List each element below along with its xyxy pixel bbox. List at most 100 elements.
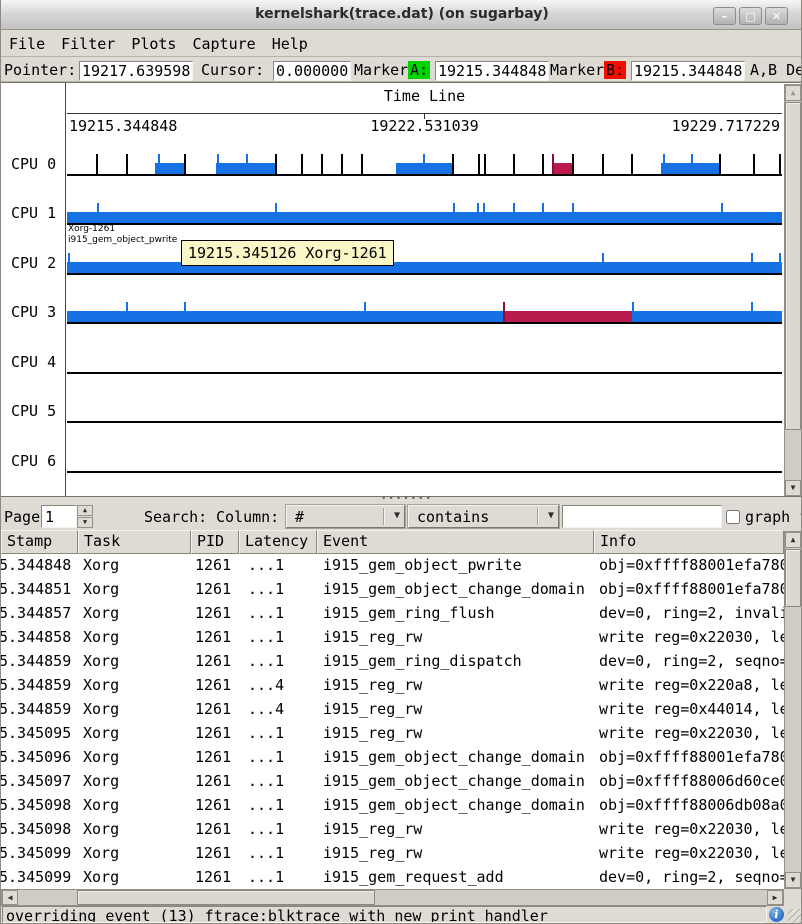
table-vscroll-down-arrow-icon[interactable]: ▼ bbox=[785, 872, 801, 888]
event-bar[interactable] bbox=[552, 163, 572, 174]
event-tick-icon bbox=[691, 154, 693, 174]
menu-item-filter[interactable]: Filter bbox=[53, 32, 123, 56]
event-tick-icon bbox=[96, 154, 98, 174]
cell-lat: ...1 bbox=[248, 748, 284, 766]
cell-lat: ...1 bbox=[248, 556, 284, 574]
maximize-button[interactable]: □ bbox=[739, 7, 762, 25]
minimize-button[interactable]: – bbox=[713, 7, 736, 25]
cpu-label: CPU 2 bbox=[11, 254, 56, 272]
menu-item-plots[interactable]: Plots bbox=[123, 32, 184, 56]
column-header-pid[interactable]: PID bbox=[191, 530, 239, 554]
table-row[interactable]: 5.345095Xorg1261...1i915_reg_rwwrite reg… bbox=[1, 722, 784, 746]
column-header-info[interactable]: Info bbox=[594, 530, 784, 554]
column-header-task[interactable]: Task bbox=[78, 530, 191, 554]
cell-lat: ...1 bbox=[248, 628, 284, 646]
cell-task: Xorg bbox=[83, 556, 119, 574]
table-row[interactable]: 5.344859Xorg1261...1i915_gem_ring_dispat… bbox=[1, 650, 784, 674]
cpu-label: CPU 4 bbox=[11, 353, 56, 371]
table-row[interactable]: 5.345097Xorg1261...1i915_gem_object_chan… bbox=[1, 770, 784, 794]
graph-vscrollbar[interactable]: ▲ ▼ bbox=[784, 84, 802, 497]
cell-info: write reg=0x44014, le bbox=[599, 700, 784, 718]
table-row[interactable]: 5.344848Xorg1261...1i915_gem_object_pwri… bbox=[1, 554, 784, 578]
table-row[interactable]: 5.345099Xorg1261...1i915_gem_request_add… bbox=[1, 866, 784, 889]
table-vscroll-thumb[interactable] bbox=[785, 549, 801, 607]
table-row[interactable]: 5.344857Xorg1261...1i915_gem_ring_flushd… bbox=[1, 602, 784, 626]
timeline-graph[interactable]: Time Line 19215.344848 19222.531039 1922… bbox=[1, 82, 802, 497]
titlebar[interactable]: kernelshark(trace.dat) (on sugarbay) – □… bbox=[1, 0, 802, 30]
cell-event: i915_gem_object_change_domain bbox=[323, 796, 585, 814]
cell-task: Xorg bbox=[83, 604, 119, 622]
graph-vscroll-up-arrow-icon[interactable]: ▲ bbox=[785, 85, 801, 101]
event-tick-icon bbox=[572, 154, 574, 174]
event-bar[interactable] bbox=[503, 311, 632, 322]
table-hscrollbar[interactable]: ◀ ▶ bbox=[1, 889, 784, 906]
menu-item-capture[interactable]: Capture bbox=[184, 32, 263, 56]
cpu-baseline bbox=[67, 223, 782, 225]
event-table[interactable]: 5.344848Xorg1261...1i915_gem_object_pwri… bbox=[1, 554, 784, 889]
column-select[interactable]: # ▼ bbox=[286, 505, 405, 528]
table-vscrollbar[interactable]: ▲ ▼ bbox=[784, 531, 802, 889]
page-spin-down-icon[interactable]: ▼ bbox=[77, 517, 93, 528]
cell-stamp: 5.344858 bbox=[1, 628, 71, 646]
table-row[interactable]: 5.345099Xorg1261...1i915_reg_rwwrite reg… bbox=[1, 842, 784, 866]
table-row[interactable]: 5.344859Xorg1261...4i915_reg_rwwrite reg… bbox=[1, 698, 784, 722]
menu-item-help[interactable]: Help bbox=[264, 32, 316, 56]
sched-bar[interactable] bbox=[67, 311, 782, 322]
table-row[interactable]: 5.345096Xorg1261...1i915_gem_object_chan… bbox=[1, 746, 784, 770]
event-tick-icon bbox=[632, 302, 634, 322]
cell-info: write reg=0x22030, le bbox=[599, 724, 784, 742]
event-tick-icon bbox=[721, 203, 723, 223]
page-spin-up-icon[interactable]: ▲ bbox=[77, 505, 93, 516]
marker-a-label: Marker bbox=[354, 61, 408, 79]
cell-info: obj=0xffff88001efa780 bbox=[599, 556, 784, 574]
event-tick-icon bbox=[663, 154, 665, 174]
pointer-value: 19217.639598 bbox=[79, 61, 193, 81]
close-button[interactable]: ✕ bbox=[765, 7, 788, 25]
hscroll-right-arrow-icon[interactable]: ▶ bbox=[767, 890, 783, 905]
page-spinbox[interactable] bbox=[41, 505, 77, 528]
graph-tooltip: 19215.345126 Xorg-1261 bbox=[181, 240, 394, 266]
event-bar[interactable] bbox=[661, 163, 719, 174]
table-row[interactable]: 5.344851Xorg1261...1i915_gem_object_chan… bbox=[1, 578, 784, 602]
sched-bar[interactable] bbox=[67, 212, 782, 223]
resize-grip-icon[interactable] bbox=[788, 909, 802, 923]
cpu-label: CPU 0 bbox=[11, 155, 56, 173]
cell-pid: 1261 bbox=[195, 844, 231, 862]
table-row[interactable]: 5.345098Xorg1261...1i915_gem_object_chan… bbox=[1, 794, 784, 818]
column-header-stamp[interactable]: Stamp bbox=[1, 530, 78, 554]
cell-event: i915_gem_object_change_domain bbox=[323, 772, 585, 790]
event-tick-icon bbox=[779, 154, 781, 174]
event-tick-icon bbox=[68, 253, 70, 273]
cell-task: Xorg bbox=[83, 628, 119, 646]
cell-pid: 1261 bbox=[195, 820, 231, 838]
table-row[interactable]: 5.345098Xorg1261...1i915_reg_rwwrite reg… bbox=[1, 818, 784, 842]
match-type-select[interactable]: contains ▼ bbox=[408, 505, 559, 528]
menu-item-file[interactable]: File bbox=[1, 32, 53, 56]
event-tick-icon bbox=[572, 203, 574, 223]
table-vscroll-up-arrow-icon[interactable]: ▲ bbox=[785, 532, 801, 548]
hscroll-thumb[interactable] bbox=[77, 890, 375, 905]
column-header-event[interactable]: Event bbox=[317, 530, 594, 554]
cell-info: dev=0, ring=2, seqno= bbox=[599, 868, 784, 886]
graph-vscroll-down-arrow-icon[interactable]: ▼ bbox=[785, 480, 801, 496]
event-tick-icon bbox=[321, 154, 323, 174]
sched-bar[interactable] bbox=[67, 262, 782, 273]
cell-info: write reg=0x22030, le bbox=[599, 844, 784, 862]
event-tick-icon bbox=[184, 154, 186, 174]
table-row[interactable]: 5.344858Xorg1261...1i915_reg_rwwrite reg… bbox=[1, 626, 784, 650]
cell-event: i915_reg_rw bbox=[323, 844, 422, 862]
table-row[interactable]: 5.344859Xorg1261...4i915_reg_rwwrite reg… bbox=[1, 674, 784, 698]
cell-stamp: 5.345099 bbox=[1, 868, 71, 886]
cursor-value: 0.000000 bbox=[273, 61, 351, 81]
cell-event: i915_gem_object_pwrite bbox=[323, 556, 522, 574]
event-tick-icon bbox=[779, 253, 781, 273]
pointer-label: Pointer: bbox=[4, 61, 76, 79]
info-icon[interactable]: i bbox=[769, 907, 784, 922]
column-header-latency[interactable]: Latency bbox=[239, 530, 317, 554]
marker-a-value: 19215.344848 bbox=[435, 61, 549, 81]
hscroll-left-arrow-icon[interactable]: ◀ bbox=[2, 890, 18, 905]
graph-vscroll-thumb[interactable] bbox=[785, 102, 801, 430]
event-tick-icon bbox=[423, 154, 425, 174]
graph-follows-checkbox[interactable] bbox=[726, 510, 740, 524]
search-input[interactable] bbox=[562, 505, 722, 528]
